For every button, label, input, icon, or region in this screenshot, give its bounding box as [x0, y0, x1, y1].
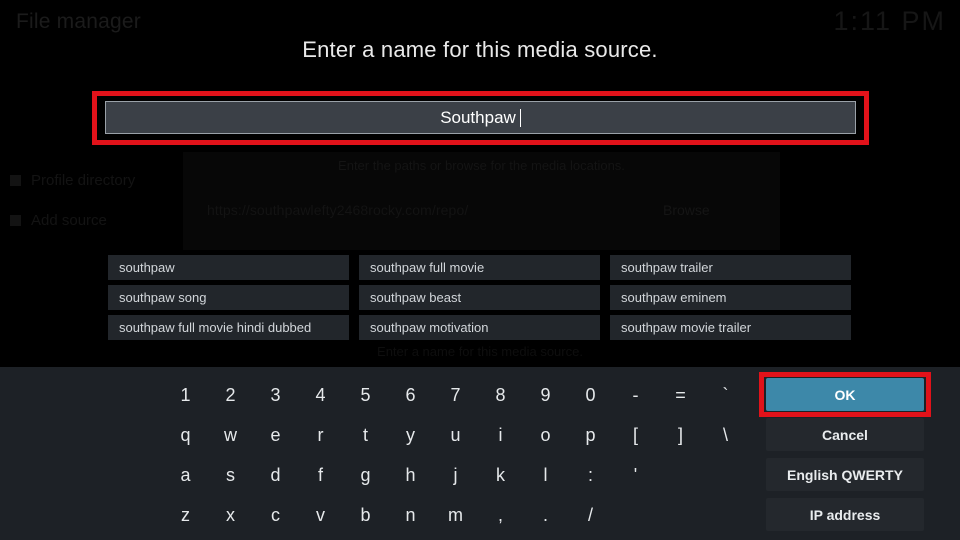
suggestion-item[interactable]: southpaw song: [108, 285, 349, 310]
browse-button: Browse: [663, 202, 710, 218]
key-7[interactable]: 7: [433, 375, 478, 415]
keyboard-row: a s d f g h j k l: ': [163, 455, 755, 495]
key-=[interactable]: =: [658, 375, 703, 415]
suggestion-item[interactable]: southpaw: [108, 255, 349, 280]
key-k[interactable]: k: [478, 455, 523, 495]
key-i[interactable]: i: [478, 415, 523, 455]
key-:[interactable]: :: [568, 455, 613, 495]
key-e[interactable]: e: [253, 415, 298, 455]
key-4[interactable]: 4: [298, 375, 343, 415]
folder-icon: [10, 215, 21, 226]
key-g[interactable]: g: [343, 455, 388, 495]
suggestion-item[interactable]: southpaw motivation: [359, 315, 600, 340]
key-x[interactable]: x: [208, 495, 253, 535]
key-0[interactable]: 0: [568, 375, 613, 415]
key--[interactable]: -: [613, 375, 658, 415]
key-l[interactable]: l: [523, 455, 568, 495]
key-5[interactable]: 5: [343, 375, 388, 415]
key-p[interactable]: p: [568, 415, 613, 455]
key-z[interactable]: z: [163, 495, 208, 535]
key-'[interactable]: ': [613, 455, 658, 495]
key-3[interactable]: 3: [253, 375, 298, 415]
app-title: File manager: [16, 10, 141, 33]
english-qwerty-button[interactable]: English QWERTY: [766, 458, 924, 491]
key-/[interactable]: /: [568, 495, 613, 535]
key-[[interactable]: [: [613, 415, 658, 455]
suggestion-item[interactable]: southpaw full movie: [359, 255, 600, 280]
keyboard-row: z x c v b n m,. /: [163, 495, 755, 535]
ip-address-button[interactable]: IP address: [766, 498, 924, 531]
key-h[interactable]: h: [388, 455, 433, 495]
add-source-panel: Enter the paths or browse for the media …: [183, 152, 780, 250]
suggestion-item[interactable]: southpaw eminem: [610, 285, 851, 310]
bottom-hint-text: Enter a name for this media source.: [377, 344, 583, 359]
suggestion-item[interactable]: southpaw trailer: [610, 255, 851, 280]
key-w[interactable]: w: [208, 415, 253, 455]
key-c[interactable]: c: [253, 495, 298, 535]
suggestion-item[interactable]: southpaw full movie hindi dubbed: [108, 315, 349, 340]
keyboard-action-buttons: OK Cancel English QWERTY IP address: [766, 378, 924, 538]
key-r[interactable]: r: [298, 415, 343, 455]
key-d[interactable]: d: [253, 455, 298, 495]
dialog-heading: Enter a name for this media source.: [302, 37, 658, 62]
sidebar-item-add-source: Add source: [10, 212, 107, 229]
panel-hint-text: Enter the paths or browse for the media …: [338, 158, 625, 173]
key-n[interactable]: n: [388, 495, 433, 535]
key-,[interactable]: ,: [478, 495, 523, 535]
suggestion-list: southpaw southpaw full movie southpaw trai…: [108, 255, 852, 340]
key-][interactable]: ]: [658, 415, 703, 455]
source-path-value: https://southpawlefty2468rocky.com/repo/: [207, 202, 469, 218]
clock: 1:11 PM: [833, 6, 946, 36]
key-2[interactable]: 2: [208, 375, 253, 415]
sidebar-item-label: Profile directory: [31, 172, 136, 189]
keyboard-keys: 1 2 3 4 5 6 7 8 9 0- = ` q w e r t y u i o p[] \ a s d f g h j k l: ' z x c…: [163, 375, 755, 535]
key-1[interactable]: 1: [163, 375, 208, 415]
keyboard-row: q w e r t y u i o p[] \: [163, 415, 755, 455]
key-j[interactable]: j: [433, 455, 478, 495]
keyboard-row: 1 2 3 4 5 6 7 8 9 0- = `: [163, 375, 755, 415]
key-s[interactable]: s: [208, 455, 253, 495]
text-caret: [519, 108, 521, 127]
key-a[interactable]: a: [163, 455, 208, 495]
folder-icon: [10, 175, 21, 186]
key-6[interactable]: 6: [388, 375, 433, 415]
key-t[interactable]: t: [343, 415, 388, 455]
sidebar-item-profile-directory: Profile directory: [10, 172, 135, 189]
suggestion-item[interactable]: southpaw beast: [359, 285, 600, 310]
key-b[interactable]: b: [343, 495, 388, 535]
suggestion-item[interactable]: southpaw movie trailer: [610, 315, 851, 340]
key-8[interactable]: 8: [478, 375, 523, 415]
sidebar-item-label: Add source: [31, 212, 107, 229]
cancel-button[interactable]: Cancel: [766, 418, 924, 451]
key-9[interactable]: 9: [523, 375, 568, 415]
key-q[interactable]: q: [163, 415, 208, 455]
key-m[interactable]: m: [433, 495, 478, 535]
key-.[interactable]: .: [523, 495, 568, 535]
key-y[interactable]: y: [388, 415, 433, 455]
key-u[interactable]: u: [433, 415, 478, 455]
key-`[interactable]: `: [703, 375, 748, 415]
name-input-value: Southpaw: [440, 107, 516, 127]
key-\[interactable]: \: [703, 415, 748, 455]
key-v[interactable]: v: [298, 495, 343, 535]
ok-button[interactable]: OK: [766, 378, 924, 411]
key-f[interactable]: f: [298, 455, 343, 495]
media-source-name-input[interactable]: Southpaw: [105, 101, 856, 134]
key-o[interactable]: o: [523, 415, 568, 455]
